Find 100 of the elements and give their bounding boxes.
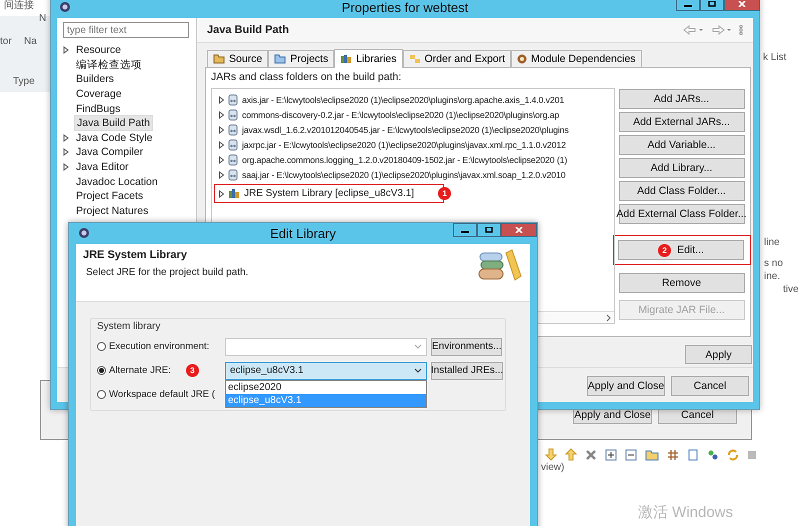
radio-button[interactable] (97, 342, 106, 351)
action-button[interactable]: Add External Class Folder... (618, 204, 744, 224)
down-arrow-icon[interactable] (545, 448, 557, 461)
tree-item[interactable]: FindBugs (74, 102, 122, 116)
minimize-button[interactable] (453, 223, 477, 237)
chevron-down-icon (414, 368, 422, 373)
action-button[interactable]: Add Class Folder... (618, 180, 744, 200)
close-icon (515, 227, 523, 233)
action-button[interactable]: Remove (618, 272, 744, 292)
grid-icon[interactable] (667, 448, 679, 460)
tree-item[interactable]: Resource (74, 43, 123, 58)
tree-item[interactable]: Java Compiler (74, 145, 146, 160)
partial-label: s no (764, 258, 783, 270)
tree-item[interactable]: 编译检查选项 (74, 56, 144, 73)
library-entry[interactable]: JRE System Library [eclipse_u8cV3.1] (244, 188, 414, 199)
dropdown-field[interactable] (225, 338, 427, 356)
maximize-button[interactable] (477, 223, 501, 237)
library-books-icon (340, 54, 352, 64)
activation-notice: 激活 Windows (638, 503, 734, 522)
tree-item[interactable]: Project Facets (74, 189, 146, 204)
group-label: System library (97, 321, 162, 332)
tree-item[interactable]: Builders (74, 72, 116, 86)
action-button[interactable]: 2 Edit... (618, 240, 744, 260)
options-button[interactable]: Installed JREs... (431, 362, 503, 380)
dialog-button[interactable]: Apply and Close (587, 376, 665, 396)
action-button[interactable]: Add Variable... (618, 134, 744, 154)
jar-icon (228, 168, 238, 180)
partial-label: k List (763, 52, 786, 64)
option-label: Alternate JRE: (109, 365, 171, 376)
library-entry[interactable]: jaxrpc.jar - E:\lcwytools\eclipse2020 (1)\eclipse2020\plugins\javax.xml.rpc_1.1.0.v2012 (242, 140, 566, 150)
plus-square-icon[interactable] (605, 448, 617, 460)
radio-button[interactable] (97, 390, 106, 399)
minus-square-icon[interactable] (625, 448, 637, 460)
filter-field[interactable]: type filter text (63, 22, 189, 38)
jar-icon (228, 94, 238, 106)
jar-icon (228, 124, 238, 136)
option-label: Execution environment: (109, 341, 210, 352)
ring-icon (517, 54, 528, 64)
radio-button[interactable] (97, 366, 106, 375)
chevron-down-icon (414, 344, 422, 349)
dialog-heading: JRE System Library (83, 249, 188, 261)
tab[interactable]: Source (207, 50, 268, 67)
expand-arrow-icon[interactable] (63, 46, 69, 54)
close-button[interactable] (501, 223, 537, 237)
library-books-icon (228, 188, 240, 199)
tree-item[interactable]: Java Code Style (74, 130, 154, 145)
options-button[interactable]: Environments... (431, 338, 502, 356)
tree-item[interactable]: Java Build Path (74, 115, 153, 132)
dialog-button[interactable]: Cancel (671, 376, 749, 396)
window-title: Properties for webtest (342, 0, 468, 15)
close-icon[interactable] (585, 448, 597, 460)
tab[interactable]: Libraries (334, 49, 402, 68)
partial-label: view) (541, 462, 564, 474)
partial-label: line (764, 237, 780, 249)
eclipse-gear-icon (59, 1, 71, 13)
tree-item[interactable]: Java Editor (74, 160, 131, 174)
eclipse-gear-icon (78, 227, 90, 239)
tab[interactable]: Module Dependencies (511, 50, 642, 67)
blocks-icon (408, 54, 420, 64)
tree-item[interactable]: Project Natures (74, 204, 150, 218)
folder-icon (213, 54, 225, 64)
more-icon[interactable] (739, 25, 743, 35)
library-entry[interactable]: axis.jar - E:\lcwytools\eclipse2020 (1)\eclipse2020\plugins\org.apache.axis_1.4.0.v201 (242, 94, 564, 104)
library-books-icon (478, 249, 522, 283)
partial-label: tive (783, 284, 799, 296)
folder-icon[interactable] (645, 448, 659, 460)
up-arrow-icon[interactable] (565, 448, 577, 461)
tab[interactable]: Order and Export (402, 50, 512, 67)
expand-arrow-icon[interactable] (219, 190, 224, 198)
dialog-description: Select JRE for the project build path. (86, 267, 248, 278)
apply-button[interactable]: Apply (685, 345, 752, 364)
action-button[interactable]: Add External JARs... (618, 112, 744, 132)
maximize-icon (485, 227, 493, 233)
tree-item[interactable]: Javadoc Location (74, 174, 160, 189)
library-entry[interactable]: javax.wsdl_1.6.2.v201012040545.jar - E:\lcwytools\eclipse2020 (1)\eclipse2020\plugins (242, 124, 569, 134)
library-entry[interactable]: org.apache.commons.logging_1.2.0.v20180409-1502.jar - E:\lcwytools\eclipse2020 (1) (242, 154, 568, 164)
dots-icon[interactable] (707, 448, 719, 460)
step-badge: 1 (438, 187, 452, 200)
partial-label: ine. (764, 271, 780, 283)
tab[interactable]: Projects (268, 50, 334, 67)
partial-label: N (39, 13, 46, 25)
step-badge: 3 (186, 364, 199, 377)
library-entry[interactable]: commons-discovery-0.2.jar - E:\lcwytools\eclipse2020 (1)\eclipse2020\plugins\org.ap (242, 110, 560, 120)
dropdown-field[interactable]: eclipse_u8cV3.1 (225, 362, 427, 380)
jar-icon (228, 154, 238, 166)
window-title: Edit Library (270, 226, 336, 241)
minimize-button[interactable] (676, 0, 700, 11)
document-icon[interactable] (687, 448, 699, 460)
library-entry[interactable]: saaj.jar - E:\lcwytools\eclipse2020 (1)\eclipse2020\plugins\javax.xml.soap_1.2.0.v2010 (242, 170, 566, 180)
dropdown-option[interactable]: eclipse2020 (226, 380, 426, 394)
jar-icon (228, 138, 238, 150)
folder-icon (274, 54, 286, 64)
action-button[interactable]: Add JARs... (618, 88, 744, 108)
step-badge: 2 (658, 244, 672, 256)
partial-label: Na (24, 36, 37, 48)
tree-item[interactable]: Coverage (74, 87, 124, 102)
page-title: Java Build Path (207, 24, 289, 36)
maximize-button[interactable] (700, 0, 724, 11)
close-button[interactable] (724, 0, 760, 11)
action-button[interactable]: Add Library... (618, 158, 744, 178)
